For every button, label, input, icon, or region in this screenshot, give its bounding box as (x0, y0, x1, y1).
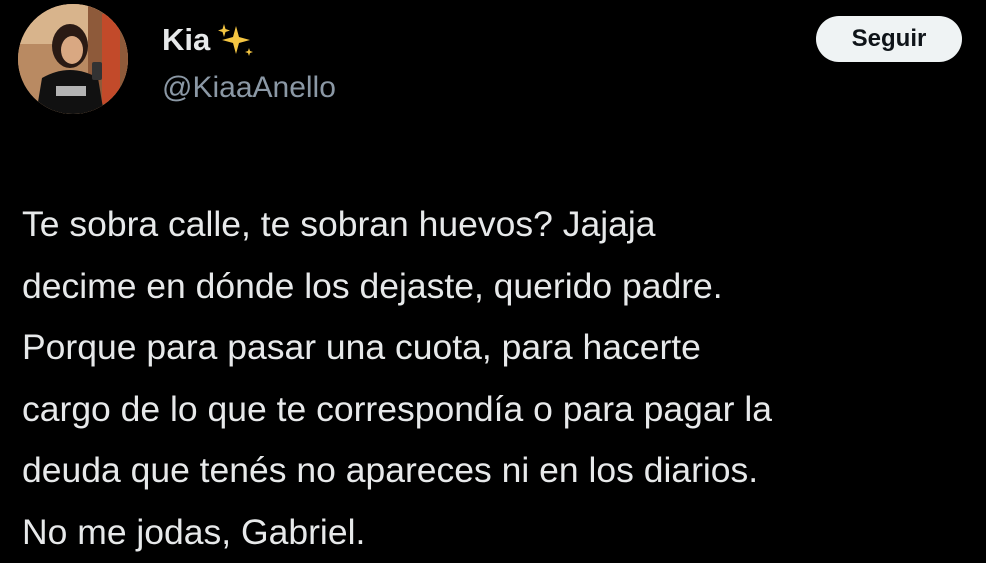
author-name-row: Kia (162, 22, 254, 58)
tweet-text-line: decime en dónde los dejaste, querido pad… (22, 256, 972, 318)
tweet-text-line: No me jodas, Gabriel. (22, 502, 972, 563)
follow-button[interactable]: Seguir (816, 16, 962, 62)
sparkles-icon (216, 22, 254, 58)
tweet-text-line: Porque para pasar una cuota, para hacert… (22, 317, 972, 379)
tweet-text: Te sobra calle, te sobran huevos? Jajaja… (22, 194, 972, 563)
avatar[interactable] (18, 4, 128, 114)
tweet-text-line: cargo de lo que te correspondía o para p… (22, 379, 972, 441)
author-handle[interactable]: @KiaaAnello (162, 70, 336, 106)
tweet-card: Kia @KiaaAnello Seguir Te sobra calle, t… (0, 0, 986, 555)
author-display-name[interactable]: Kia (162, 22, 210, 58)
avatar-photo (18, 4, 128, 114)
tweet-text-line: Te sobra calle, te sobran huevos? Jajaja (22, 194, 972, 256)
tweet-text-line: deuda que tenés no apareces ni en los di… (22, 440, 972, 502)
